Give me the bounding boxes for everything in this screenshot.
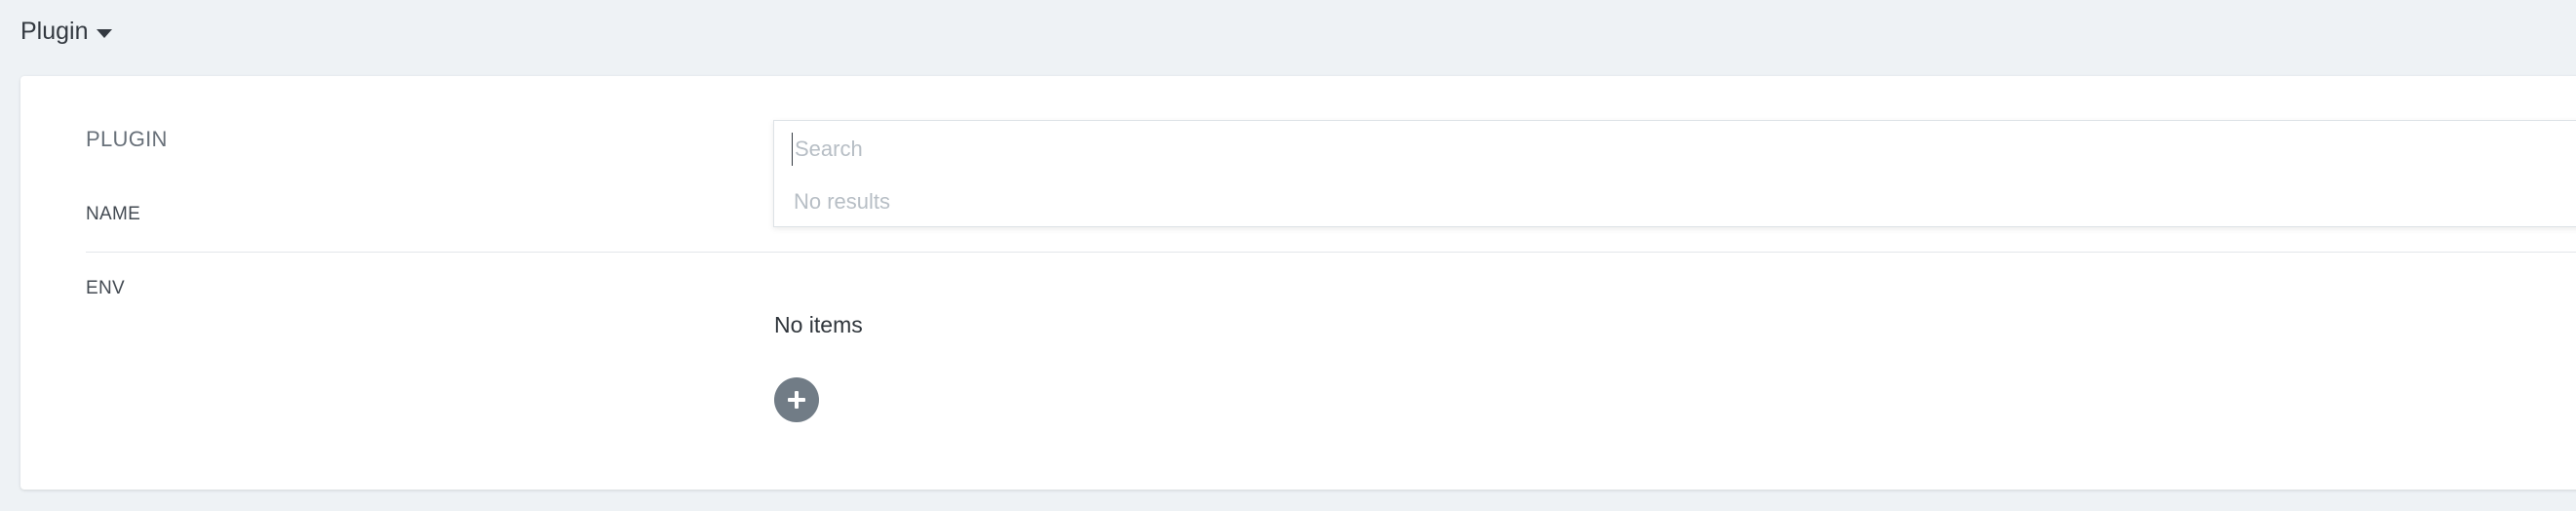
section-title: Plugin <box>20 18 89 45</box>
name-field-label: NAME <box>86 204 141 224</box>
plugin-section-toggle[interactable]: Plugin <box>20 18 112 46</box>
no-results-message: No results <box>794 189 891 214</box>
plus-icon <box>788 391 805 409</box>
plugin-search-input[interactable] <box>792 133 1669 166</box>
add-env-button[interactable] <box>774 377 819 422</box>
plugin-form-card: PLUGIN NAME ENV No results No items <box>20 76 2576 490</box>
env-field-label: ENV <box>86 278 125 298</box>
section-divider <box>86 252 2576 253</box>
caret-down-icon <box>96 28 112 38</box>
plugin-select-dropdown[interactable]: No results <box>773 120 2576 227</box>
env-empty-message: No items <box>774 312 863 337</box>
plugin-field-label: PLUGIN <box>86 127 168 151</box>
